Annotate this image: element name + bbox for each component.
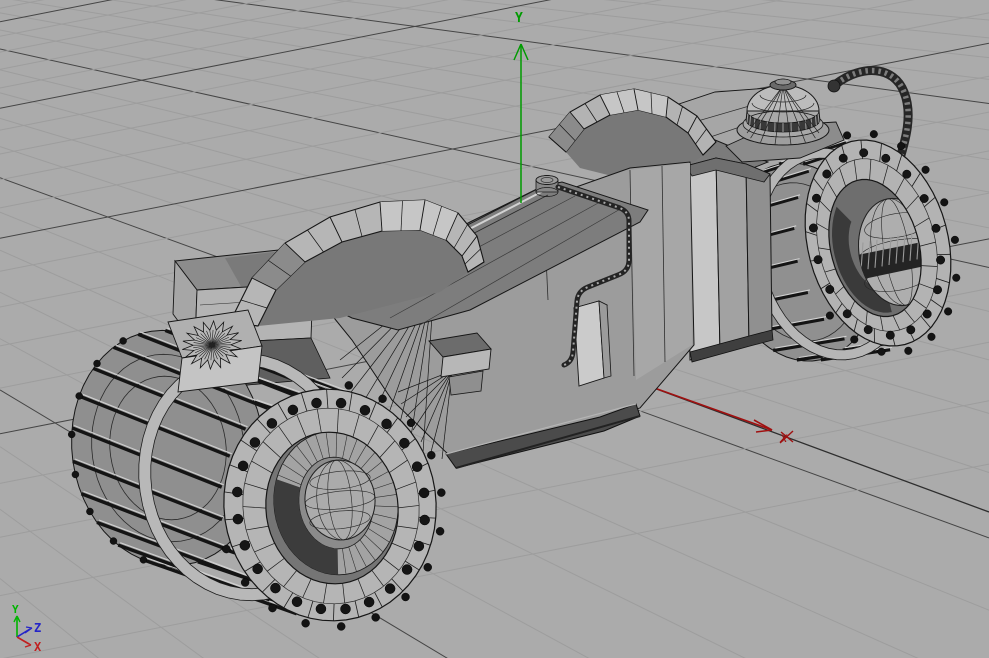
bolt-hole xyxy=(902,169,912,179)
bulkhead-strip xyxy=(745,163,773,345)
bolt-hole xyxy=(936,255,946,265)
bolt-hole xyxy=(906,325,916,335)
viewport-3d[interactable]: Y x Y Z X xyxy=(0,0,989,658)
gizmo-x-label: X xyxy=(34,640,42,654)
bolt-hole xyxy=(812,193,821,203)
world-axes-gizmo xyxy=(13,615,33,648)
bolt-hole xyxy=(363,596,375,608)
bolt-hole xyxy=(931,223,941,233)
rear-bulkhead xyxy=(685,157,774,363)
bolt-hole xyxy=(863,325,873,335)
viewport-canvas[interactable]: Y x Y Z X xyxy=(0,0,989,658)
bolt-hole xyxy=(822,169,832,179)
bolt-hole xyxy=(838,153,848,163)
body-side-rear-panel xyxy=(630,163,692,380)
bolt-hole xyxy=(252,563,263,575)
bolt-hole xyxy=(813,255,823,265)
bolt-hole xyxy=(232,513,244,525)
y-axis xyxy=(513,43,529,203)
y-axis-label: Y xyxy=(515,11,523,26)
bolt-hole xyxy=(381,418,392,430)
x-axis-tip-label: x xyxy=(779,431,788,446)
bolt-hole xyxy=(808,223,818,233)
bolt-hole xyxy=(266,418,278,429)
gizmo-z-label: Z xyxy=(34,621,41,635)
gizmo-y-label: Y xyxy=(12,603,19,616)
bolt-hole xyxy=(842,309,852,319)
bolt-hole xyxy=(933,285,942,295)
bolt-hole xyxy=(287,404,299,416)
bolt-hole xyxy=(825,285,835,294)
x-axis xyxy=(631,379,989,513)
bolt-hole xyxy=(249,437,261,448)
bolt-hole xyxy=(239,540,251,551)
bolt-hole xyxy=(401,564,413,575)
bolt-hole xyxy=(340,603,351,615)
bolt-hole xyxy=(859,148,869,158)
bolt-hole xyxy=(919,194,929,203)
bolt-hole xyxy=(885,330,895,340)
bolt-hole xyxy=(384,583,396,594)
bolt-hole xyxy=(335,397,347,409)
bolt-hole xyxy=(232,486,243,498)
bolt-hole xyxy=(922,309,932,319)
bolt-hole xyxy=(419,514,430,526)
bolt-hole xyxy=(270,582,281,594)
bolt-hole xyxy=(237,460,249,472)
bolt-hole xyxy=(411,461,423,472)
bolt-hole xyxy=(311,397,322,409)
bolt-hole xyxy=(418,487,430,499)
bolt-hole xyxy=(359,405,371,416)
bolt-hole xyxy=(291,596,303,607)
bolt-hole xyxy=(881,153,891,163)
bolt-hole xyxy=(315,603,327,615)
bolt-hole xyxy=(413,540,425,552)
bolt-hole xyxy=(399,437,410,449)
bulkhead-strip xyxy=(715,157,750,353)
wireframe-vehicle xyxy=(67,66,961,631)
